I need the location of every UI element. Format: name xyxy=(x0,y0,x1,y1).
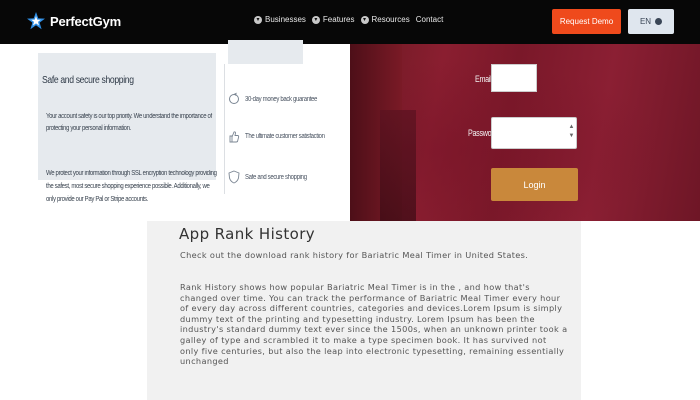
feature-secure-label: Safe and secure shopping xyxy=(245,173,307,181)
nav-resources[interactable]: ▾ Resources xyxy=(360,15,410,24)
chevron-down-icon: ▾ xyxy=(254,15,262,24)
login-shadow-2 xyxy=(380,110,416,221)
nav-links: ▾ Businesses ▾ Features ▾ Resources Cont… xyxy=(254,15,443,24)
feature-satisfaction-label: The ultimate customer satisfaction xyxy=(245,132,325,140)
thumb-icon xyxy=(229,131,240,143)
chevron-down-icon: ▾ xyxy=(360,15,369,24)
nav-contact-label: Contact xyxy=(415,15,444,24)
safe-shopping-title: Safe and secure shopping xyxy=(42,75,134,86)
nav-businesses[interactable]: ▾ Businesses xyxy=(254,15,306,24)
rank-history-body: Rank History shows how popular Bariatric… xyxy=(180,282,568,367)
refresh-icon xyxy=(229,92,239,104)
safe-shopping-text-1: Your account safety is our top priority.… xyxy=(46,113,212,132)
nav-features[interactable]: ▾ Features xyxy=(311,15,355,24)
globe-icon xyxy=(655,18,663,25)
request-demo-button[interactable]: Request Demo xyxy=(552,9,621,34)
language-selector[interactable]: EN xyxy=(628,9,674,34)
nav-resources-label: Resources xyxy=(371,15,410,24)
top-navbar: PerfectGym ▾ Businesses ▾ Features ▾ Res… xyxy=(0,0,700,44)
feature-secure: Safe and secure shopping xyxy=(228,170,317,184)
nav-contact[interactable]: Contact xyxy=(416,15,444,24)
email-field[interactable] xyxy=(491,64,537,92)
nav-features-label: Features xyxy=(322,15,355,24)
mini-card xyxy=(228,40,303,64)
password-field[interactable] xyxy=(491,117,577,149)
feature-satisfaction: The ultimate customer satisfaction xyxy=(228,129,338,143)
feature-money-back-label: 30-day money back guarantee xyxy=(245,95,318,103)
safe-shopping-text-2: We protect your information through SSL … xyxy=(46,170,217,203)
rank-history-intro: Check out the download rank history for … xyxy=(180,250,529,260)
email-label: Email xyxy=(475,74,492,84)
rank-history-title: App Rank History xyxy=(179,225,316,243)
shield-icon xyxy=(228,170,240,184)
feature-money-back: 30-day money back guarantee xyxy=(228,92,329,106)
brand-name: PerfectGym xyxy=(50,13,121,29)
nav-businesses-label: Businesses xyxy=(265,15,306,24)
logo[interactable]: PerfectGym xyxy=(26,10,121,32)
divider xyxy=(224,64,225,194)
star-logo-icon xyxy=(27,12,45,30)
chevron-down-icon: ▾ xyxy=(311,15,320,24)
language-label: EN xyxy=(639,17,652,26)
login-button[interactable]: Login xyxy=(491,168,578,201)
spinner-arrows-icon[interactable]: ▲ ▼ xyxy=(568,123,575,141)
